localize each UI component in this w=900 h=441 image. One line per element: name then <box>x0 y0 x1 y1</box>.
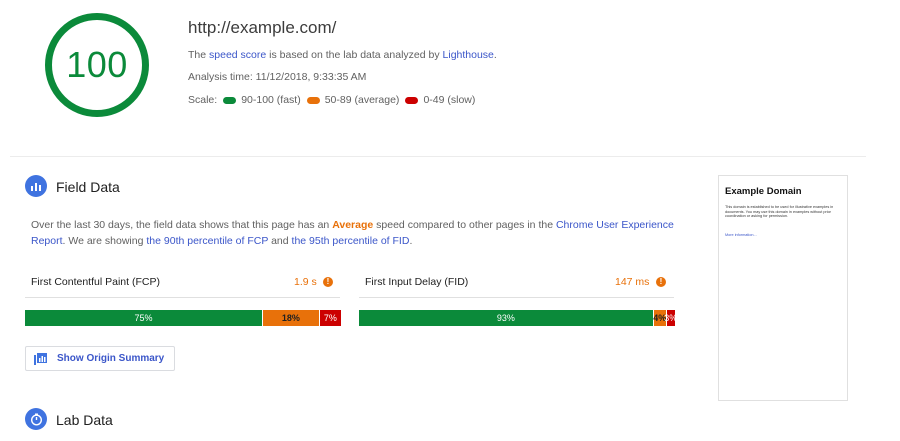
speed-score-link[interactable]: speed score <box>209 49 266 61</box>
para-text: Over the last 30 days, the field data sh… <box>31 219 333 231</box>
para-text: and <box>268 235 292 247</box>
fcp-info-icon[interactable]: ! <box>323 277 333 287</box>
para-text: speed compared to other pages in the <box>373 219 556 231</box>
score-gauge: 100 <box>45 13 149 117</box>
slow-swatch <box>405 96 419 104</box>
thumbnail-title: Example Domain <box>725 186 802 197</box>
field-data-icon <box>25 175 47 197</box>
origin-summary-icon <box>34 352 47 365</box>
fcp-average-segment: 18% <box>262 310 319 326</box>
origin-button-label: Show Origin Summary <box>57 353 165 364</box>
section-divider <box>10 156 866 157</box>
fid-distribution-bar: 93% 4% 3% <box>359 310 678 326</box>
fid-fast-segment: 93% <box>359 310 653 326</box>
thumbnail-link: More information... <box>725 233 757 237</box>
note-text: The <box>188 49 210 61</box>
show-origin-summary-button[interactable]: Show Origin Summary <box>25 346 175 371</box>
lighthouse-link[interactable]: Lighthouse <box>443 49 494 61</box>
page-url: http://example.com/ <box>188 18 337 37</box>
fid-value: 147 ms <box>615 276 650 288</box>
para-text: . We are showing <box>62 235 147 247</box>
fcp-label: First Contentful Paint (FCP) <box>31 276 160 288</box>
fid-slow-label: 3% <box>664 313 678 323</box>
thumbnail-body: This domain is established to be used fo… <box>725 205 834 219</box>
fid-percentile-link[interactable]: the 95th percentile of FID <box>292 235 410 247</box>
scale-fast-label: 90-100 (fast) <box>241 94 301 106</box>
para-text: . <box>409 235 413 247</box>
score-value: 100 <box>66 44 128 85</box>
fcp-average-label: 18% <box>281 313 300 323</box>
note-text: is based on the lab data analyzed by <box>266 49 443 61</box>
field-data-description: Over the last 30 days, the field data sh… <box>31 217 676 249</box>
average-rating: Average <box>332 219 374 231</box>
lab-data-title: Lab Data <box>56 412 113 428</box>
lab-data-icon <box>25 408 47 430</box>
speed-score-note: The speed score is based on the lab data… <box>188 49 497 61</box>
fcp-slow-label: 7% <box>323 313 337 323</box>
fcp-distribution-bar: 75% 18% 7% <box>25 310 341 326</box>
fcp-percentile-link[interactable]: the 90th percentile of FCP <box>146 235 268 247</box>
fcp-value: 1.9 s <box>294 276 317 288</box>
page-screenshot-thumbnail: Example Domain This domain is establishe… <box>718 175 848 401</box>
fid-slow-segment: 3% <box>664 310 678 326</box>
fcp-fast-label: 75% <box>134 313 153 323</box>
fid-label: First Input Delay (FID) <box>365 276 469 288</box>
fid-rule <box>359 297 674 298</box>
field-data-title: Field Data <box>56 179 120 195</box>
fast-swatch <box>223 96 237 104</box>
scale-average-label: 50-89 (average) <box>324 94 400 106</box>
average-swatch <box>306 96 320 104</box>
fid-fast-label: 93% <box>496 313 515 323</box>
fcp-fast-segment: 75% <box>25 310 262 326</box>
note-text: . <box>493 49 497 61</box>
scale-slow-label: 0-49 (slow) <box>423 94 476 106</box>
scale-label: Scale: <box>188 94 218 106</box>
fcp-slow-segment: 7% <box>318 310 341 326</box>
fid-info-icon[interactable]: ! <box>656 277 666 287</box>
scale-legend: Scale: 90-100 (fast) 50-89 (average) 0-49 (… <box>188 94 475 106</box>
analysis-time: Analysis time: 11/12/2018, 9:33:35 AM <box>188 71 367 83</box>
fcp-rule <box>25 297 340 298</box>
